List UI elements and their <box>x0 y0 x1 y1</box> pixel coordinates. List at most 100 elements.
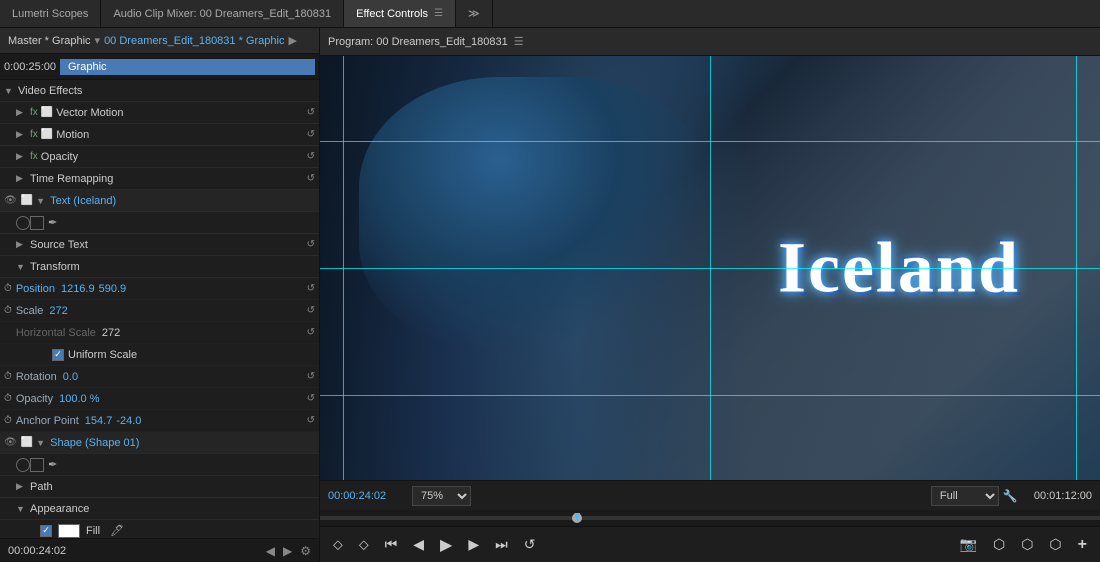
rotation-row: ⏱ Rotation 0.0 ↺ <box>0 366 319 388</box>
path-label: Path <box>30 481 53 493</box>
time-remapping-expand[interactable]: ▶ <box>16 173 26 184</box>
rotation-stopwatch[interactable]: ⏱ <box>4 371 12 382</box>
clip-dropdown-arrow[interactable]: ▾ <box>95 34 101 47</box>
nav-prev-btn[interactable]: ◀ <box>266 544 275 558</box>
shape-visibility[interactable]: 👁 <box>4 437 17 448</box>
add-btn[interactable]: + <box>1073 533 1092 557</box>
zoom-select[interactable]: 75% 50% 100% <box>412 486 471 506</box>
appearance-expand[interactable]: ▼ <box>16 504 26 514</box>
opacity-stopwatch[interactable]: ⏱ <box>4 393 12 404</box>
program-menu-icon[interactable]: ☰ <box>514 35 524 48</box>
shape-circle-icon[interactable] <box>16 458 30 472</box>
overwrite-btn[interactable]: ⬡ <box>1016 533 1038 556</box>
nav-settings-btn[interactable]: ⚙ <box>300 544 311 558</box>
anchor-y[interactable]: -24.0 <box>116 415 141 427</box>
transform-section: ▼ Transform <box>0 256 319 278</box>
appearance-section: ▼ Appearance <box>0 498 319 520</box>
program-title: Program: 00 Dreamers_Edit_180831 <box>328 36 508 48</box>
position-y[interactable]: 590.9 <box>99 283 127 295</box>
left-bottom-bar: 00:00:24:02 ◀ ▶ ⚙ <box>0 538 319 562</box>
fill-paint-icon[interactable]: 🖊 <box>110 524 124 537</box>
path-expand[interactable]: ▶ <box>16 481 26 492</box>
menu-icon: ☰ <box>434 8 443 19</box>
anchor-x[interactable]: 154.7 <box>85 415 113 427</box>
step-back-btn[interactable]: ◀ <box>408 533 429 556</box>
position-stopwatch[interactable]: ⏱ <box>4 283 12 294</box>
position-x[interactable]: 1216.9 <box>61 283 95 295</box>
uniform-scale-label: Uniform Scale <box>68 349 137 361</box>
text-iceland-section: 👁 ⬜ ▼ Text (Iceland) <box>0 190 319 212</box>
uniform-scale-checkbox[interactable]: ✓ <box>52 349 64 361</box>
opacity-value[interactable]: 100.0 % <box>59 393 99 405</box>
motion-row: ▶ fx ⬜ Motion ↺ <box>0 124 319 146</box>
reset-vectormotion[interactable]: ↺ <box>307 107 315 118</box>
shape-expand[interactable]: ▼ <box>36 438 46 448</box>
clip-name-arrow[interactable]: ▶ <box>288 34 296 47</box>
motion-expand[interactable]: ▶ <box>16 129 26 140</box>
nav-next-btn[interactable]: ▶ <box>283 544 292 558</box>
video-effects-label: Video Effects <box>18 85 82 97</box>
mark-out-btn[interactable]: ⬦ <box>354 533 374 556</box>
reset-hscale[interactable]: ↺ <box>307 327 315 338</box>
reset-anchor[interactable]: ↺ <box>307 415 315 426</box>
text-expand[interactable]: ▼ <box>36 196 46 206</box>
anchor-stopwatch[interactable]: ⏱ <box>4 415 12 426</box>
scale-value[interactable]: 272 <box>49 305 67 317</box>
reset-timeremapping[interactable]: ↺ <box>307 173 315 184</box>
play-btn[interactable]: ▶ <box>435 532 457 558</box>
loop-btn[interactable]: ↺ <box>519 533 541 556</box>
reset-opacity-prop[interactable]: ↺ <box>307 393 315 404</box>
export-frame-btn[interactable]: 📷 <box>955 533 982 556</box>
rect-shape-icon[interactable] <box>30 216 44 230</box>
fill-color-swatch[interactable] <box>58 524 80 538</box>
tab-audiomix[interactable]: Audio Clip Mixer: 00 Dreamers_Edit_18083… <box>101 0 344 27</box>
step-back-keyframe-btn[interactable]: ⏮ <box>380 533 403 556</box>
reset-motion[interactable]: ↺ <box>307 129 315 140</box>
rotation-value[interactable]: 0.0 <box>63 371 78 383</box>
tab-lumetri[interactable]: Lumetri Scopes <box>0 0 101 27</box>
rotation-label: Rotation <box>16 371 57 383</box>
circle-shape-icon[interactable] <box>16 216 30 230</box>
reset-scale[interactable]: ↺ <box>307 305 315 316</box>
reset-sourcetext[interactable]: ↺ <box>307 239 315 250</box>
quality-select[interactable]: Full Half Quarter <box>931 486 999 506</box>
wrench-icon[interactable]: 🔧 <box>1003 489 1018 503</box>
scale-row: ⏱ Scale 272 ↺ <box>0 300 319 322</box>
reset-opacity[interactable]: ↺ <box>307 151 315 162</box>
opacity-prop-row: ⏱ Opacity 100.0 % ↺ <box>0 388 319 410</box>
tab-effectcontrols[interactable]: Effect Controls ☰ <box>344 0 456 27</box>
position-label: Position <box>16 283 55 295</box>
playback-bar[interactable] <box>320 510 1100 526</box>
insert-btn[interactable]: ⬡ <box>988 533 1010 556</box>
shape-pen-icon[interactable]: ✒ <box>48 458 57 471</box>
uniform-scale-row: ✓ Uniform Scale <box>0 344 319 366</box>
source-text-label: Source Text <box>30 239 88 251</box>
vector-motion-expand[interactable]: ▶ <box>16 107 26 118</box>
step-fwd-keyframe-btn[interactable]: ⏭ <box>490 533 513 556</box>
transform-expand[interactable]: ▼ <box>16 262 26 272</box>
helmet-area <box>359 77 710 353</box>
reset-position[interactable]: ↺ <box>307 283 315 294</box>
opacity-prop-label: Opacity <box>16 393 53 405</box>
path-row: ▶ Path <box>0 476 319 498</box>
motion-label: Motion <box>56 129 89 141</box>
transport-bar: ⬦ ⬦ ⏮ ◀ ▶ ▶ ⏭ ↺ 📷 ⬡ ⬡ ⬡ + <box>320 526 1100 562</box>
text-visibility[interactable]: 👁 <box>4 195 17 206</box>
reset-rotation[interactable]: ↺ <box>307 371 315 382</box>
step-fwd-btn[interactable]: ▶ <box>463 533 484 556</box>
opacity-expand[interactable]: ▶ <box>16 151 26 162</box>
source-text-expand[interactable]: ▶ <box>16 239 26 250</box>
video-effects-expand[interactable]: ▼ <box>4 86 14 96</box>
shape-rect-icon[interactable] <box>30 458 44 472</box>
scale-stopwatch[interactable]: ⏱ <box>4 305 12 316</box>
fill-checkbox[interactable]: ✓ <box>40 525 52 537</box>
timeline-time: 0:00:25:00 <box>4 61 56 73</box>
transform-label: Transform <box>30 261 80 273</box>
hscale-value[interactable]: 272 <box>102 327 120 339</box>
graphic-clip-label[interactable]: Graphic <box>60 59 315 75</box>
tab-overflow[interactable]: ≫ <box>456 0 493 27</box>
opacity-row: ▶ fx Opacity ↺ <box>0 146 319 168</box>
settings-btn[interactable]: ⬡ <box>1044 533 1066 556</box>
pen-tool-icon[interactable]: ✒ <box>48 216 57 229</box>
mark-in-btn[interactable]: ⬦ <box>328 533 348 556</box>
